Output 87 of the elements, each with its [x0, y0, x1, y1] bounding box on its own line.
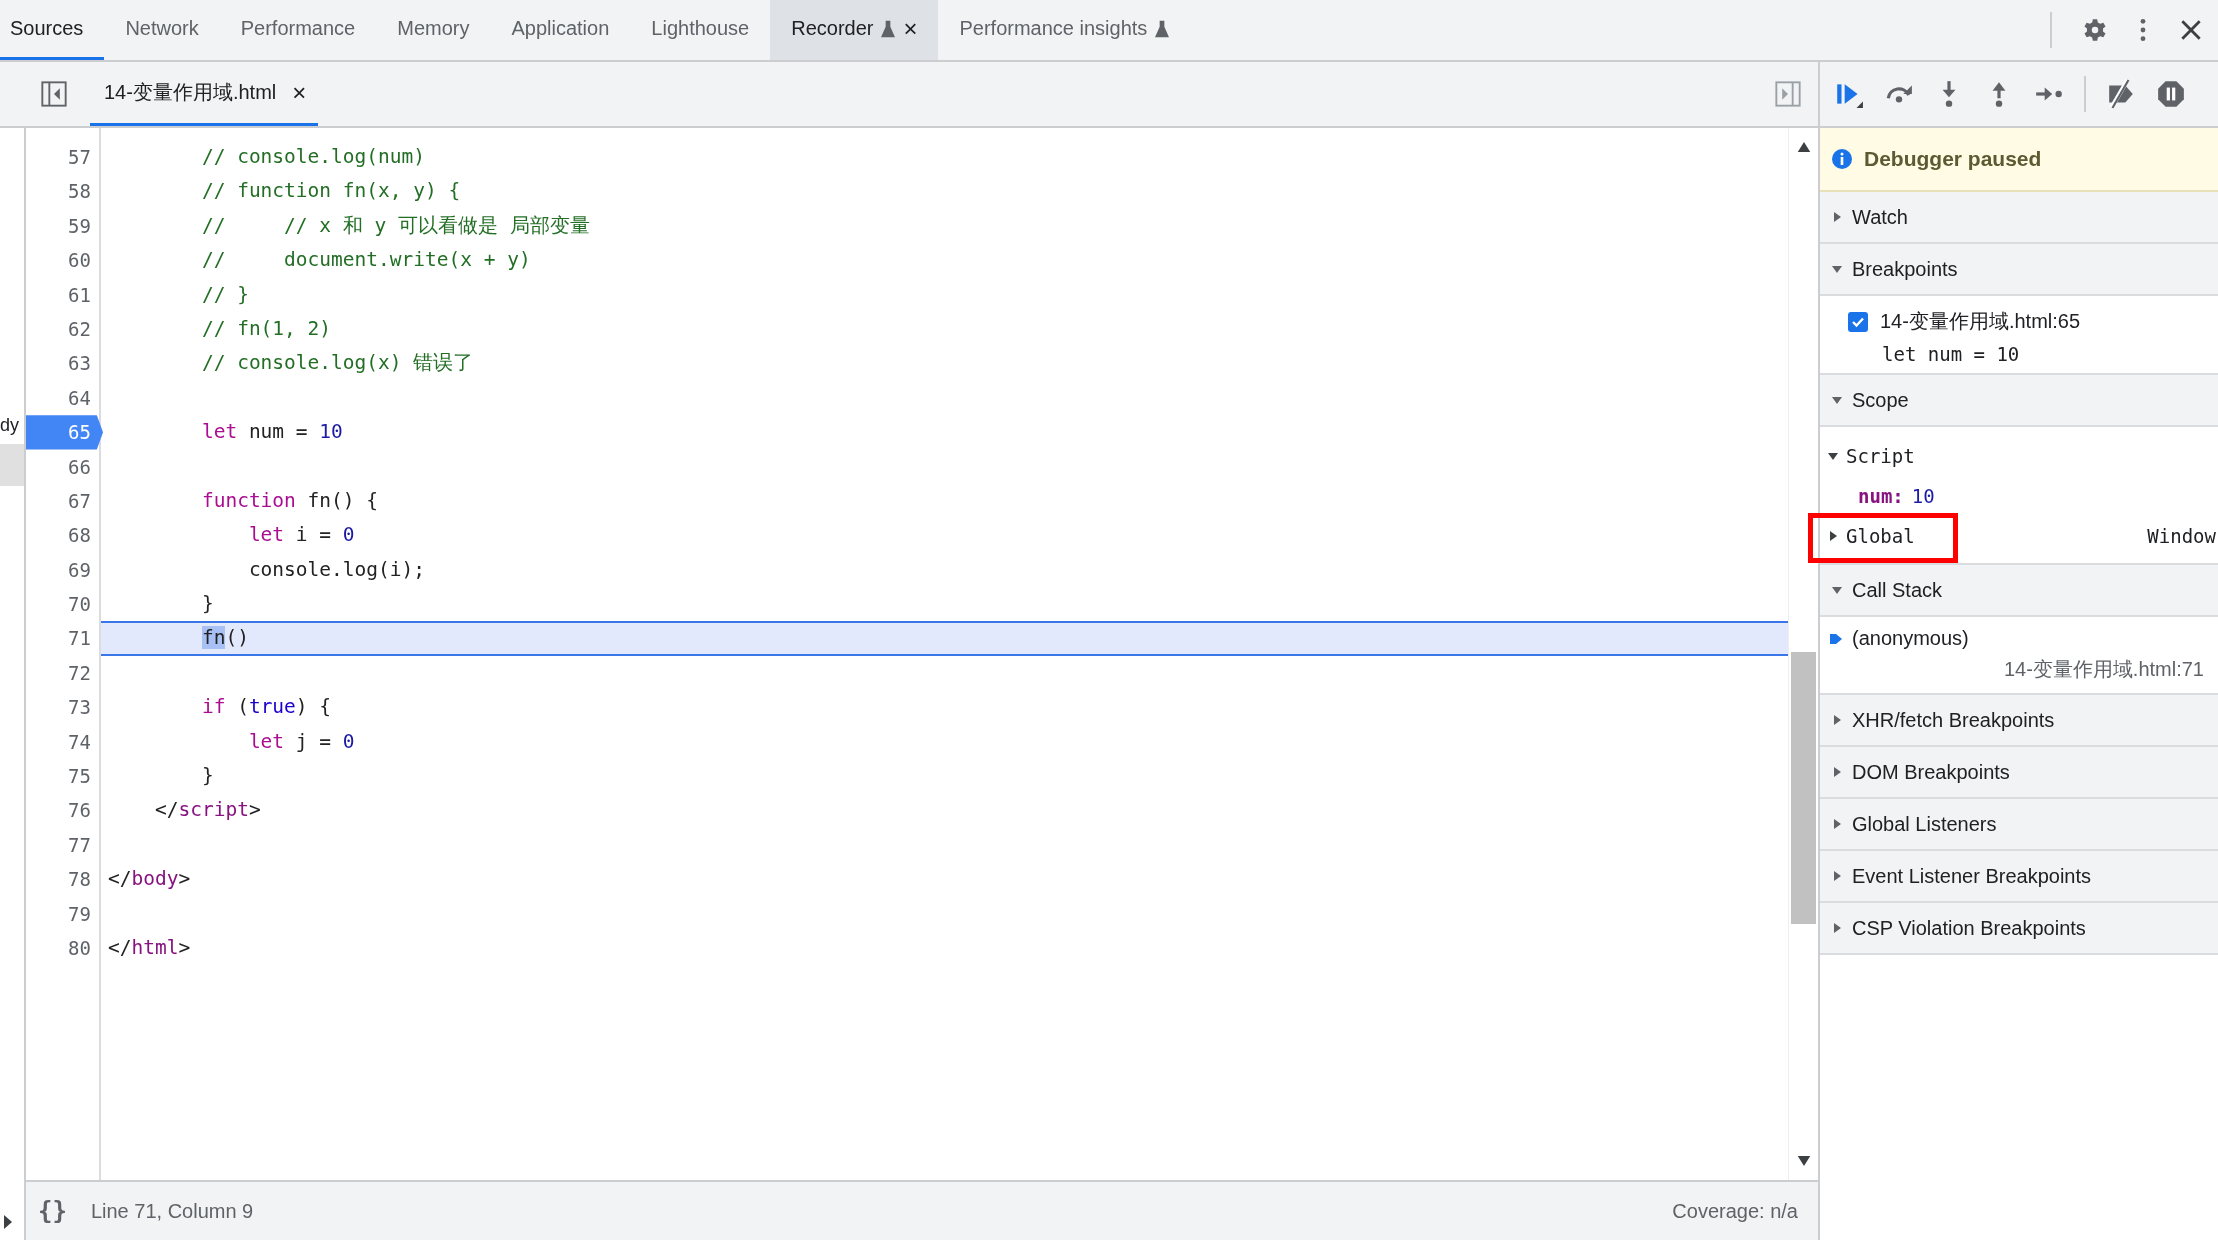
info-icon — [1832, 149, 1852, 169]
variable-value: 10 — [1911, 485, 1935, 507]
code-line: if (true) { — [200, 694, 333, 721]
expand-icon[interactable] — [3, 1214, 13, 1230]
code-line: </html> — [107, 935, 192, 961]
coverage-status: Coverage: n/a — [1672, 1199, 1798, 1223]
line-number[interactable]: 78 — [26, 862, 99, 897]
line-number[interactable]: 70 — [26, 587, 99, 622]
section-header[interactable]: Call Stack — [1820, 565, 2218, 617]
scope-name[interactable]: Global — [1846, 525, 1915, 547]
breakpoint-code: let num = 10 — [1881, 342, 2021, 365]
section-header[interactable]: Watch — [1820, 192, 2218, 244]
line-number[interactable]: 58 — [26, 174, 99, 209]
close-button[interactable]: × — [903, 14, 918, 43]
format-button[interactable]: {} — [38, 1197, 67, 1225]
scroll-down-icon[interactable] — [1796, 1156, 1811, 1166]
line-number[interactable]: 61 — [26, 277, 99, 312]
line-number[interactable]: 66 — [26, 449, 99, 484]
code-line: </body> — [107, 866, 192, 893]
line-number[interactable]: 76 — [26, 793, 99, 828]
caret-icon[interactable] — [1827, 451, 1839, 461]
scope-name[interactable]: Script — [1846, 445, 1915, 467]
scope-value: Window — [2147, 525, 2216, 547]
code-line: </script> — [153, 797, 262, 824]
panel-tab[interactable]: Recorder × — [770, 0, 939, 60]
section-header[interactable]: Global Listeners — [1820, 799, 2218, 851]
variable-name: num: — [1858, 485, 1904, 507]
line-number[interactable]: 72 — [26, 655, 99, 691]
section-header[interactable]: Event Listener Breakpoints — [1820, 851, 2218, 903]
frame-location[interactable]: 14-变量作用域.html:71 — [1830, 650, 2204, 683]
code-line: // console.log(num) — [200, 144, 426, 170]
scroll-up-icon[interactable] — [1796, 142, 1811, 152]
code-line: let num = 10 — [200, 419, 344, 446]
line-number[interactable]: 74 — [26, 724, 99, 760]
breakpoint-location[interactable]: 14-变量作用域.html:65 — [1880, 308, 2081, 335]
caret-icon[interactable] — [1828, 530, 1838, 542]
code-line: function fn() { — [200, 487, 380, 514]
section-header[interactable]: DOM Breakpoints — [1820, 747, 2218, 799]
code-line: // // x 和 y 可以看做是 局部变量 — [200, 212, 591, 239]
settings-icon[interactable] — [2082, 17, 2108, 43]
code-line: let i = 0 — [247, 522, 356, 549]
paused-message: Debugger paused — [1864, 147, 2042, 171]
code-line: // document.write(x + y) — [200, 247, 532, 274]
line-number[interactable]: 77 — [26, 827, 99, 863]
code-line: console.log(i); — [247, 556, 426, 583]
line-number[interactable]: 64 — [26, 380, 99, 416]
line-number[interactable]: 79 — [26, 896, 99, 931]
code-line: let j = 0 — [247, 728, 356, 755]
navigator-item[interactable]: dy — [0, 412, 24, 438]
code-line: // function fn(x, y) { — [200, 178, 462, 205]
section-header[interactable]: Scope — [1820, 375, 2218, 427]
line-number[interactable]: 67 — [26, 483, 99, 519]
code-line: } — [200, 763, 215, 790]
code-line: // } — [200, 281, 250, 308]
section-header[interactable]: CSP Violation Breakpoints — [1820, 903, 2218, 955]
sidebar-toggle-icon[interactable] — [40, 80, 68, 108]
line-number[interactable]: 69 — [26, 552, 99, 588]
section-header[interactable]: Breakpoints — [1820, 244, 2218, 296]
line-number[interactable]: 75 — [26, 759, 99, 794]
line-number[interactable]: 57 — [26, 140, 99, 175]
line-number[interactable]: 59 — [26, 208, 99, 244]
pause-on-exceptions-icon[interactable] — [2156, 79, 2186, 109]
line-number[interactable]: 65 — [26, 415, 103, 450]
checkbox[interactable] — [1848, 311, 1868, 332]
code-line: } — [200, 591, 215, 618]
line-number[interactable]: 63 — [26, 346, 99, 381]
panel-tab[interactable]: Application — [490, 0, 631, 60]
code-line: // fn(1, 2) — [200, 315, 333, 342]
frame-name[interactable]: (anonymous) — [1852, 627, 1969, 650]
line-number[interactable]: 80 — [26, 931, 99, 966]
close-button[interactable]: × — [292, 78, 307, 107]
panel-toggle-icon[interactable] — [1774, 80, 1802, 108]
line-number[interactable]: 60 — [26, 243, 99, 278]
scrollbar-thumb[interactable] — [1791, 652, 1816, 924]
line-number[interactable]: 68 — [26, 518, 99, 553]
file-tab[interactable]: 14-变量作用域.html × — [90, 62, 319, 126]
cursor-position: Line 71, Column 9 — [90, 1199, 254, 1223]
panel-tab[interactable]: Network — [104, 0, 220, 60]
panel-tab[interactable]: Performance — [219, 0, 377, 60]
panel-tab[interactable]: Performance insights — [938, 0, 1191, 60]
panel-tab[interactable]: Lighthouse — [630, 0, 771, 60]
line-number[interactable]: 62 — [26, 311, 99, 347]
panel-tab[interactable]: Memory — [376, 0, 491, 60]
line-number[interactable]: 71 — [26, 621, 99, 656]
line-number[interactable]: 73 — [26, 690, 99, 725]
section-header[interactable]: XHR/fetch Breakpoints — [1820, 695, 2218, 747]
code-line: // console.log(x) 错误了 — [200, 350, 475, 377]
